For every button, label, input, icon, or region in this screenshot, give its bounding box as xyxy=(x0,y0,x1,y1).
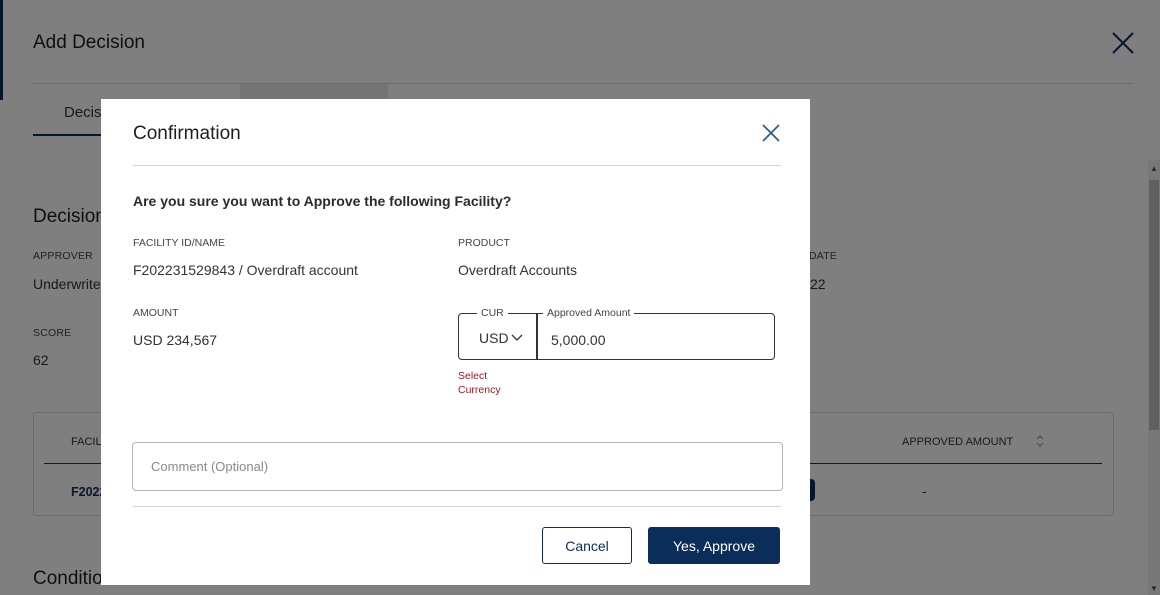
chevron-down-icon[interactable] xyxy=(511,332,523,342)
approve-button[interactable]: Yes, Approve xyxy=(648,527,780,564)
facility-label: FACILITY ID/NAME xyxy=(133,237,225,249)
approved-amount-legend: Approved Amount xyxy=(543,306,635,320)
product-value: Overdraft Accounts xyxy=(458,262,578,278)
approved-amount-field[interactable]: Approved Amount 5,000.00 xyxy=(536,306,775,360)
modal-footer-divider xyxy=(133,506,781,507)
currency-error-message: Select Currency xyxy=(458,370,501,396)
modal-header-divider xyxy=(133,165,781,166)
currency-select[interactable]: CUR USD xyxy=(458,306,538,360)
cancel-button[interactable]: Cancel xyxy=(542,527,632,564)
facility-value: F202231529843 / Overdraft account xyxy=(133,262,358,278)
currency-legend: CUR xyxy=(477,306,508,320)
amount-value: USD 234,567 xyxy=(133,332,218,348)
confirmation-question: Are you sure you want to Approve the fol… xyxy=(133,193,512,209)
currency-value: USD xyxy=(479,330,509,346)
comment-input[interactable] xyxy=(132,442,783,491)
close-icon[interactable] xyxy=(761,123,781,143)
confirmation-modal: Confirmation Are you sure you want to Ap… xyxy=(101,99,810,585)
modal-title: Confirmation xyxy=(133,123,241,144)
product-label: PRODUCT xyxy=(458,237,510,249)
approved-amount-value: 5,000.00 xyxy=(551,332,606,348)
amount-label: AMOUNT xyxy=(133,307,179,319)
